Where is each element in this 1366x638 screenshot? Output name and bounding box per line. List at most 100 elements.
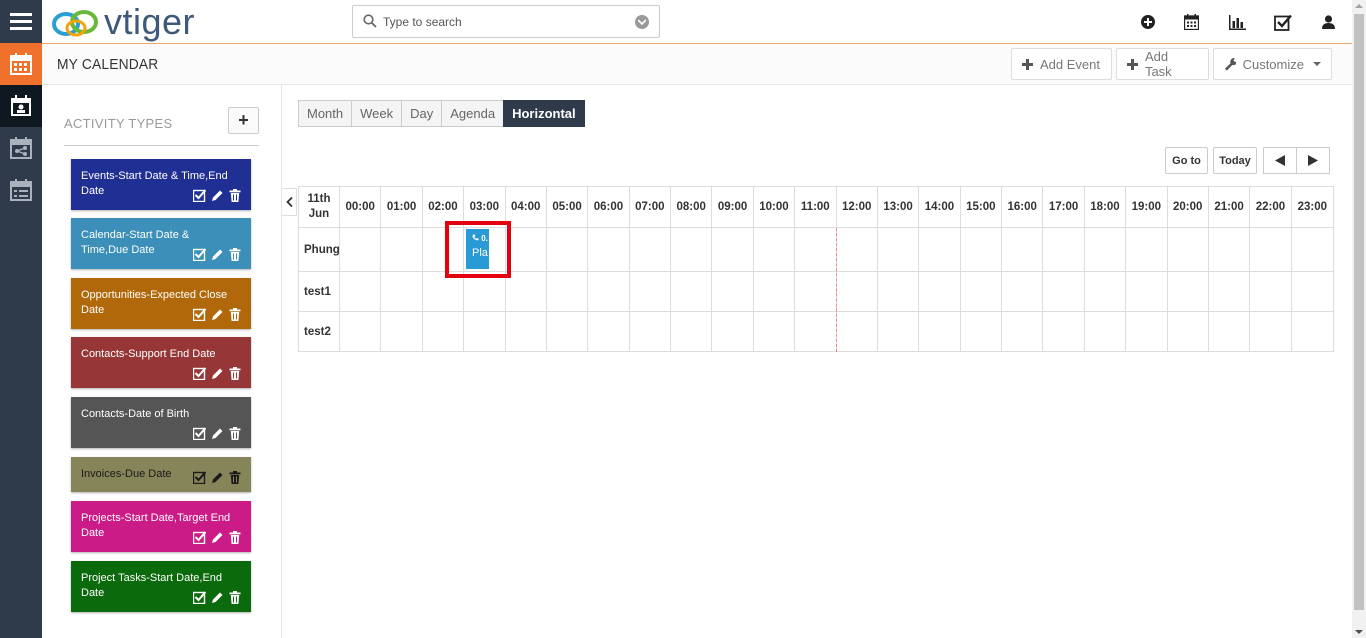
timeline-slot[interactable] bbox=[836, 272, 878, 312]
timeline-slot[interactable] bbox=[1126, 272, 1168, 312]
view-tab-agenda[interactable]: Agenda bbox=[441, 100, 505, 127]
timeline-slot[interactable] bbox=[630, 312, 671, 352]
edit-pencil-icon[interactable] bbox=[211, 591, 224, 604]
timeline-slot[interactable] bbox=[1002, 312, 1044, 352]
timeline-slot[interactable] bbox=[340, 272, 382, 312]
timeline-slot[interactable] bbox=[795, 312, 837, 352]
timeline-slot[interactable] bbox=[712, 312, 754, 352]
timeline-slot[interactable] bbox=[919, 228, 961, 272]
visibility-checkbox-icon[interactable] bbox=[192, 427, 207, 441]
activity-type-item[interactable]: Contacts-Date of Birth bbox=[71, 397, 251, 448]
view-tab-horizontal[interactable]: Horizontal bbox=[503, 100, 585, 127]
add-task-button[interactable]: Add Task bbox=[1116, 48, 1209, 80]
visibility-checkbox-icon[interactable] bbox=[192, 189, 207, 203]
timeline-slot[interactable] bbox=[588, 272, 630, 312]
delete-trash-icon[interactable] bbox=[229, 248, 242, 261]
calendar-module-icon[interactable] bbox=[0, 43, 42, 85]
visibility-checkbox-icon[interactable] bbox=[192, 308, 207, 322]
timeline-slot[interactable] bbox=[1168, 312, 1209, 352]
timeline-slot[interactable] bbox=[381, 312, 423, 352]
timeline-slot[interactable] bbox=[546, 272, 589, 312]
activity-type-item[interactable]: Calendar-Start Date & Time,Due Date bbox=[71, 218, 251, 269]
delete-trash-icon[interactable] bbox=[229, 531, 242, 544]
timeline-slot[interactable] bbox=[877, 228, 920, 272]
edit-pencil-icon[interactable] bbox=[211, 531, 224, 544]
timeline-slot[interactable] bbox=[712, 228, 754, 272]
timeline-slot[interactable] bbox=[1208, 228, 1251, 272]
timeline-slot[interactable] bbox=[1250, 228, 1292, 272]
timeline-slot[interactable] bbox=[629, 272, 671, 312]
timeline-slot[interactable] bbox=[1126, 228, 1168, 272]
timeline-slot[interactable] bbox=[877, 272, 920, 312]
delete-trash-icon[interactable] bbox=[229, 367, 242, 380]
activity-type-item[interactable]: Invoices-Due Date bbox=[71, 457, 251, 492]
timeline-slot[interactable] bbox=[795, 272, 837, 312]
timeline-slot[interactable] bbox=[919, 312, 961, 352]
timeline-slot[interactable] bbox=[671, 272, 713, 312]
timeline-slot[interactable] bbox=[1291, 228, 1333, 272]
vertical-scrollbar[interactable] bbox=[1352, 0, 1366, 638]
menu-icon[interactable] bbox=[0, 0, 42, 42]
delete-trash-icon[interactable] bbox=[229, 308, 242, 321]
global-search[interactable] bbox=[352, 5, 660, 38]
timeline-slot[interactable] bbox=[1043, 272, 1085, 312]
timeline-slot[interactable] bbox=[547, 312, 589, 352]
timeline-slot[interactable] bbox=[671, 312, 713, 352]
my-calendar-icon[interactable] bbox=[0, 85, 42, 127]
scroll-down-icon[interactable] bbox=[1355, 630, 1363, 634]
timeline-slot[interactable] bbox=[1167, 272, 1209, 312]
timeline-slot[interactable] bbox=[505, 228, 547, 272]
edit-pencil-icon[interactable] bbox=[211, 189, 224, 202]
reports-chart-icon[interactable] bbox=[1228, 13, 1246, 31]
timeline-slot[interactable] bbox=[753, 228, 796, 272]
timeline-slot[interactable] bbox=[1250, 312, 1292, 352]
timeline-slot[interactable] bbox=[1167, 228, 1209, 272]
add-event-button[interactable]: Add Event bbox=[1011, 48, 1112, 80]
timeline-slot[interactable] bbox=[464, 312, 506, 352]
timeline-slot[interactable] bbox=[1126, 312, 1168, 352]
view-tab-day[interactable]: Day bbox=[401, 100, 443, 127]
timeline-slot[interactable] bbox=[837, 312, 878, 352]
timeline-slot[interactable] bbox=[1084, 272, 1127, 312]
timeline-slot[interactable] bbox=[464, 272, 506, 312]
today-button[interactable]: Today bbox=[1213, 147, 1257, 174]
visibility-checkbox-icon[interactable] bbox=[192, 248, 207, 262]
delete-trash-icon[interactable] bbox=[229, 427, 242, 440]
next-button[interactable] bbox=[1296, 147, 1330, 174]
calendar-list-icon[interactable] bbox=[0, 169, 42, 211]
edit-pencil-icon[interactable] bbox=[211, 367, 224, 380]
visibility-checkbox-icon[interactable] bbox=[192, 471, 207, 485]
delete-trash-icon[interactable] bbox=[229, 471, 242, 484]
timeline-slot[interactable] bbox=[381, 228, 423, 272]
delete-trash-icon[interactable] bbox=[229, 189, 242, 202]
scrollbar-thumb[interactable] bbox=[1354, 14, 1364, 610]
activity-type-item[interactable]: Contacts-Support End Date bbox=[71, 337, 251, 388]
timeline-slot[interactable] bbox=[423, 312, 465, 352]
timeline-slot[interactable] bbox=[836, 228, 878, 272]
previous-button[interactable] bbox=[1263, 147, 1297, 174]
timeline-slot[interactable] bbox=[878, 312, 920, 352]
search-input[interactable] bbox=[383, 13, 633, 31]
timeline-slot[interactable] bbox=[795, 228, 837, 272]
customize-dropdown-button[interactable]: Customize bbox=[1213, 48, 1332, 80]
edit-pencil-icon[interactable] bbox=[211, 471, 224, 484]
timeline-slot[interactable] bbox=[546, 228, 589, 272]
activity-type-item[interactable]: Events-Start Date & Time,End Date bbox=[71, 159, 251, 210]
visibility-checkbox-icon[interactable] bbox=[192, 367, 207, 381]
shared-calendar-icon[interactable] bbox=[0, 127, 42, 169]
edit-pencil-icon[interactable] bbox=[211, 427, 224, 440]
activity-type-item[interactable]: Opportunities-Expected Close Date bbox=[71, 278, 251, 329]
timeline-slot[interactable] bbox=[422, 272, 465, 312]
quick-create-icon[interactable] bbox=[1139, 13, 1157, 31]
search-options-icon[interactable] bbox=[635, 15, 649, 29]
timeline-slot[interactable] bbox=[506, 312, 547, 352]
scroll-up-icon[interactable] bbox=[1355, 4, 1363, 8]
timeline-slot[interactable] bbox=[919, 272, 961, 312]
view-tab-week[interactable]: Week bbox=[351, 100, 403, 127]
timeline-slot[interactable] bbox=[1209, 312, 1251, 352]
timeline-slot[interactable] bbox=[1250, 272, 1292, 312]
delete-trash-icon[interactable] bbox=[229, 591, 242, 604]
edit-pencil-icon[interactable] bbox=[211, 248, 224, 261]
timeline-slot[interactable] bbox=[1043, 312, 1085, 352]
view-tab-month[interactable]: Month bbox=[298, 100, 353, 127]
